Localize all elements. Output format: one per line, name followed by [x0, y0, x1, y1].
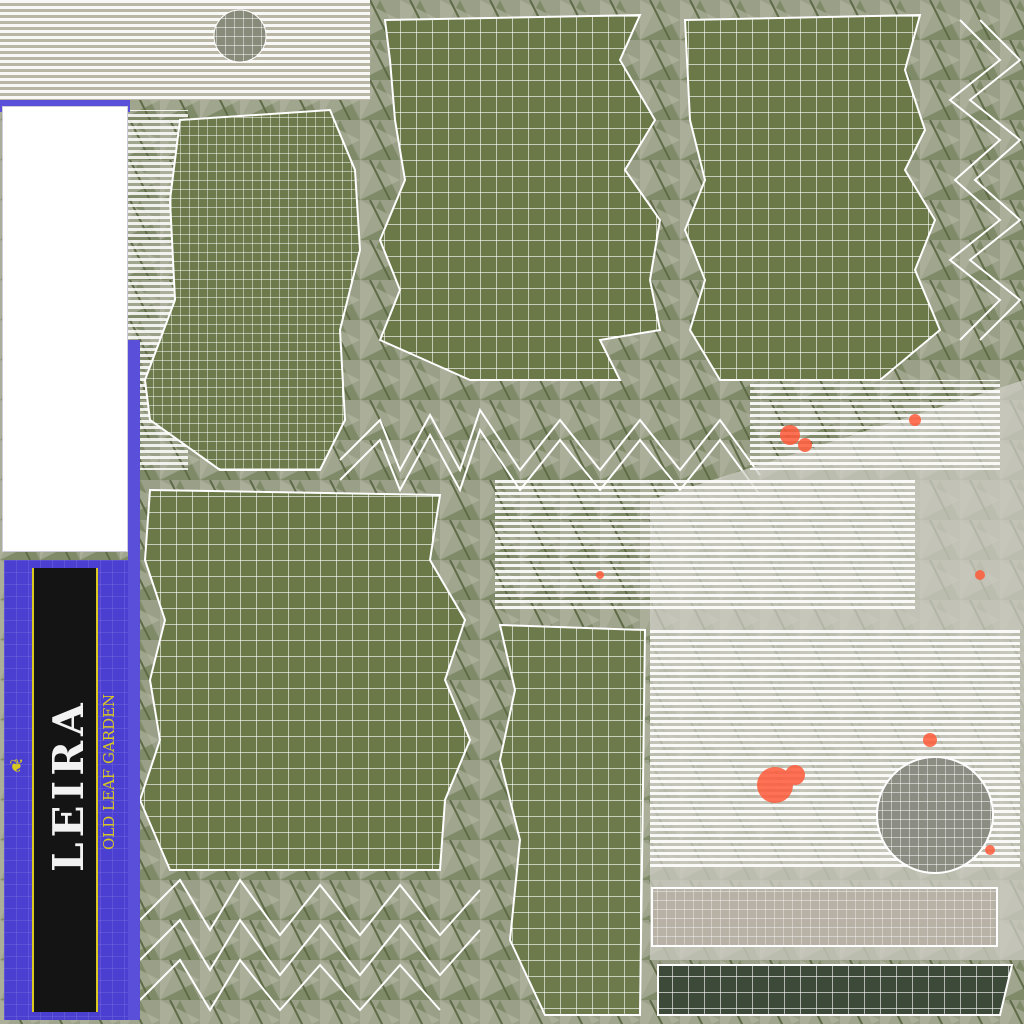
brand-name: LEIRA	[44, 698, 93, 872]
soil-strip	[657, 964, 1014, 1016]
leaf-icon: ❦	[9, 756, 25, 777]
brand-subtitle: OLD LEAF GARDEN	[100, 693, 118, 850]
uv-texture-atlas	[0, 0, 1024, 1024]
leaf-shell-top-left	[143, 108, 362, 471]
top-left-strips	[0, 0, 370, 100]
blank-label-area	[2, 106, 128, 552]
blue-edge	[128, 340, 140, 1020]
leaf-shell-top-center	[378, 13, 662, 381]
label-gold-line-left	[32, 568, 34, 1012]
leaf-shell-bottom-left	[138, 488, 472, 871]
label-gold-line-right	[96, 568, 98, 1012]
leaf-shell-bottom-center	[498, 623, 647, 1016]
leaf-shell-top-right	[683, 13, 942, 381]
